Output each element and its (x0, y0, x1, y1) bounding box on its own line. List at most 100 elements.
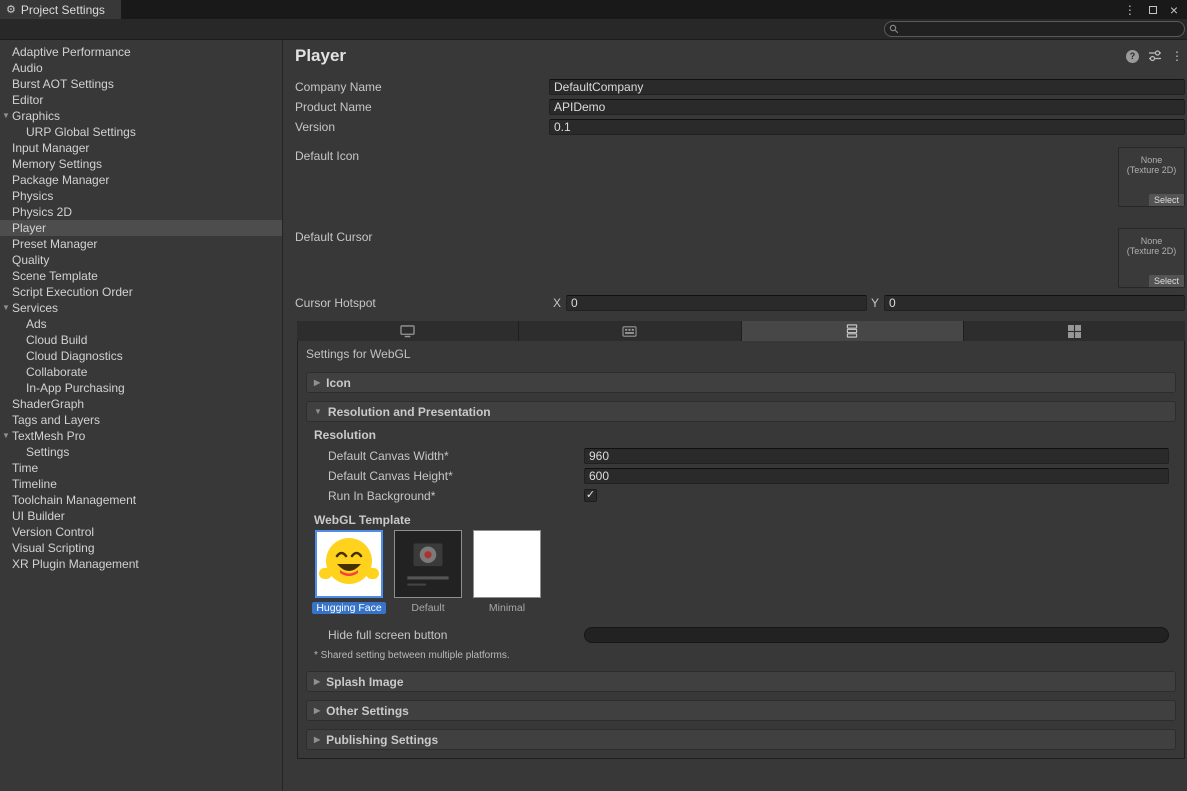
maximize-icon[interactable] (1149, 6, 1157, 14)
sidebar-item-textmesh-pro[interactable]: ▼TextMesh Pro (0, 428, 282, 444)
sidebar-item-label: Memory Settings (0, 156, 282, 172)
object-type-text: (Texture 2D) (1127, 246, 1177, 256)
sidebar-item-time[interactable]: Time (0, 460, 282, 476)
sidebar-item-quality[interactable]: Quality (0, 252, 282, 268)
hugging-face-thumbnail[interactable] (315, 530, 383, 598)
default-thumbnail[interactable] (394, 530, 462, 598)
project-settings-window: ⚙ Project Settings ⋮ × Adaptive Performa… (0, 0, 1187, 791)
sidebar-item-physics[interactable]: Physics (0, 188, 282, 204)
search-input[interactable] (884, 21, 1185, 37)
hotspot-y-input[interactable] (884, 295, 1185, 311)
sidebar-item-package-manager[interactable]: Package Manager (0, 172, 282, 188)
hotspot-y-label: Y (871, 296, 879, 310)
platform-tab-windows-store[interactable] (964, 321, 1185, 341)
platform-tab-standalone[interactable] (297, 321, 519, 341)
toolbar (0, 19, 1187, 40)
sidebar-item-collaborate[interactable]: Collaborate (0, 364, 282, 380)
sidebar-item-memory-settings[interactable]: Memory Settings (0, 156, 282, 172)
canvas-width-label: Default Canvas Width* (328, 449, 584, 463)
sidebar-item-physics-2d[interactable]: Physics 2D (0, 204, 282, 220)
platform-tab-webgl[interactable] (742, 321, 964, 341)
sidebar-item-ads[interactable]: Ads (0, 316, 282, 332)
sidebar-item-scene-template[interactable]: Scene Template (0, 268, 282, 284)
sidebar-item-script-execution-order[interactable]: Script Execution Order (0, 284, 282, 300)
sidebar-item-urp-global-settings[interactable]: URP Global Settings (0, 124, 282, 140)
sidebar-item-label: Tags and Layers (0, 412, 282, 428)
resolution-subheader: Resolution (306, 427, 1176, 444)
sidebar-item-tags-and-layers[interactable]: Tags and Layers (0, 412, 282, 428)
sidebar-item-label: Audio (0, 60, 282, 76)
sidebar-item-burst-aot-settings[interactable]: Burst AOT Settings (0, 76, 282, 92)
default-icon-picker[interactable]: None (Texture 2D) Select (1118, 147, 1185, 207)
section-icon[interactable]: ▶ Icon (306, 372, 1176, 393)
section-publishing-settings[interactable]: ▶ Publishing Settings (306, 729, 1176, 750)
section-other-settings[interactable]: ▶ Other Settings (306, 700, 1176, 721)
product-name-label: Product Name (295, 100, 549, 114)
sidebar-item-label: Cloud Diagnostics (0, 348, 282, 364)
dedicated-server-icon (622, 325, 637, 338)
version-input[interactable] (549, 119, 1185, 135)
help-icon[interactable]: ? (1126, 50, 1139, 63)
close-icon[interactable]: × (1170, 3, 1178, 17)
window-controls: ⋮ × (1124, 0, 1187, 19)
product-name-input[interactable] (549, 99, 1185, 115)
sidebar-item-timeline[interactable]: Timeline (0, 476, 282, 492)
sidebar-item-input-manager[interactable]: Input Manager (0, 140, 282, 156)
window-tab-title: Project Settings (21, 3, 105, 17)
gear-icon: ⚙ (6, 3, 16, 16)
settings-for-header: Settings for WebGL (306, 346, 1176, 363)
window-menu-icon[interactable]: ⋮ (1124, 4, 1136, 16)
sidebar-item-audio[interactable]: Audio (0, 60, 282, 76)
foldout-arrow-icon[interactable]: ▼ (2, 428, 10, 444)
foldout-arrow-icon[interactable]: ▼ (2, 108, 10, 124)
sidebar-item-in-app-purchasing[interactable]: In-App Purchasing (0, 380, 282, 396)
section-splash-label: Splash Image (326, 675, 403, 689)
default-cursor-label: Default Cursor (295, 228, 549, 244)
company-name-input[interactable] (549, 79, 1185, 95)
webgl-template-hugging-face[interactable]: Hugging Face (314, 530, 384, 614)
sidebar-item-graphics[interactable]: ▼Graphics (0, 108, 282, 124)
foldout-arrow-icon[interactable]: ▼ (2, 300, 10, 316)
default-icon-select-button[interactable]: Select (1149, 194, 1184, 206)
canvas-height-input[interactable] (584, 468, 1169, 484)
canvas-height-label: Default Canvas Height* (328, 469, 584, 483)
sidebar-item-label: Burst AOT Settings (0, 76, 282, 92)
hide-fullscreen-input[interactable] (584, 627, 1169, 643)
sidebar-item-toolchain-management[interactable]: Toolchain Management (0, 492, 282, 508)
platform-tab-dedicated-server[interactable] (519, 321, 741, 341)
sidebar-item-label: ShaderGraph (0, 396, 282, 412)
sidebar-item-services[interactable]: ▼Services (0, 300, 282, 316)
sidebar-item-label: Input Manager (0, 140, 282, 156)
default-cursor-picker[interactable]: None (Texture 2D) Select (1118, 228, 1185, 288)
default-cursor-select-button[interactable]: Select (1149, 275, 1184, 287)
windows-store-icon (1068, 325, 1081, 338)
sidebar-item-xr-plugin-management[interactable]: XR Plugin Management (0, 556, 282, 572)
hotspot-x-input[interactable] (566, 295, 867, 311)
presets-icon[interactable] (1148, 50, 1162, 62)
sidebar-item-editor[interactable]: Editor (0, 92, 282, 108)
minimal-thumbnail[interactable] (473, 530, 541, 598)
sidebar-item-cloud-diagnostics[interactable]: Cloud Diagnostics (0, 348, 282, 364)
sidebar-item-label: TextMesh Pro (0, 428, 282, 444)
sidebar-item-adaptive-performance[interactable]: Adaptive Performance (0, 44, 282, 60)
webgl-template-minimal[interactable]: Minimal (472, 530, 542, 614)
sidebar-item-visual-scripting[interactable]: Visual Scripting (0, 540, 282, 556)
sidebar-item-cloud-build[interactable]: Cloud Build (0, 332, 282, 348)
run-in-background-checkbox[interactable]: ✓ (584, 489, 597, 502)
sidebar-item-ui-builder[interactable]: UI Builder (0, 508, 282, 524)
section-other-label: Other Settings (326, 704, 409, 718)
template-label: Minimal (485, 602, 529, 614)
page-title: Player (295, 46, 346, 66)
section-resolution-presentation[interactable]: ▼ Resolution and Presentation (306, 401, 1176, 422)
sidebar-item-shadergraph[interactable]: ShaderGraph (0, 396, 282, 412)
sidebar-item-version-control[interactable]: Version Control (0, 524, 282, 540)
section-splash-image[interactable]: ▶ Splash Image (306, 671, 1176, 692)
canvas-width-input[interactable] (584, 448, 1169, 464)
window-tab-project-settings[interactable]: ⚙ Project Settings (0, 0, 121, 19)
sidebar-item-settings[interactable]: Settings (0, 444, 282, 460)
sidebar-item-preset-manager[interactable]: Preset Manager (0, 236, 282, 252)
sidebar-item-player[interactable]: Player (0, 220, 282, 236)
webgl-template-default[interactable]: Default (393, 530, 463, 614)
foldout-closed-icon: ▶ (314, 735, 320, 744)
more-options-icon[interactable]: ⋮ (1171, 50, 1183, 62)
